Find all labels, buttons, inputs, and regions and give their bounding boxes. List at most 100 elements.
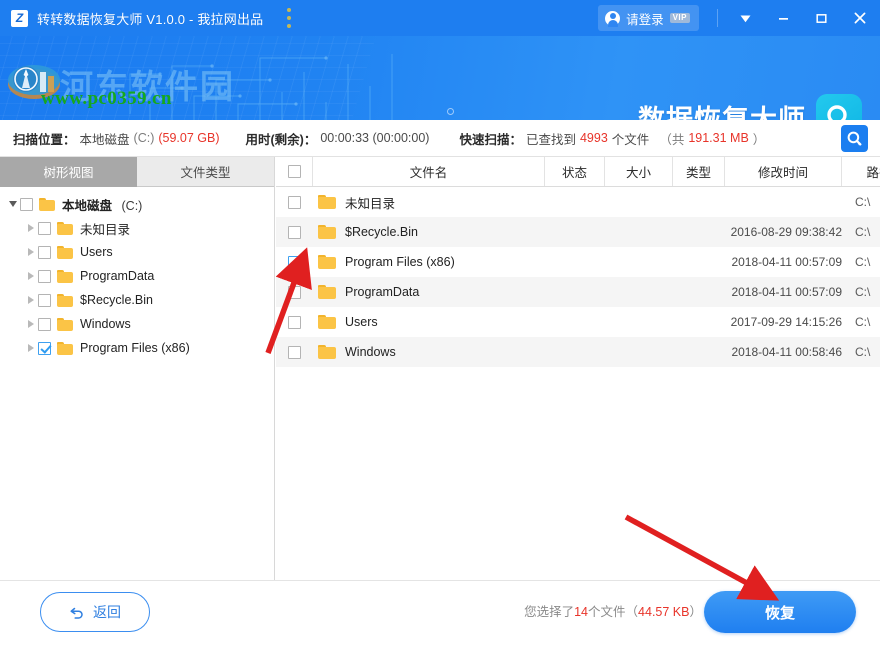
table-row[interactable]: ProgramData 2018-04-11 00:57:09 C:\ <box>276 277 880 307</box>
folder-icon <box>57 222 73 235</box>
undo-arrow-icon <box>69 605 86 620</box>
row-path-cell: C:\ <box>842 307 880 337</box>
column-header-type[interactable]: 类型 <box>673 157 725 186</box>
table-row[interactable]: $Recycle.Bin 2016-08-29 09:38:42 C:\ <box>276 217 880 247</box>
tree-checkbox[interactable] <box>38 342 51 355</box>
row-type-cell <box>673 277 725 307</box>
scan-info-bar: 扫描位置： 本地磁盘 (C:) (59.07 GB) 用时(剩余)： 00:00… <box>0 120 880 157</box>
tree-checkbox[interactable] <box>38 222 51 235</box>
row-size-cell <box>605 217 673 247</box>
row-checkbox[interactable] <box>288 256 301 269</box>
row-checkbox-programdata[interactable] <box>276 277 313 307</box>
row-state-cell <box>545 217 605 247</box>
scan-location: 扫描位置： 本地磁盘 (C:) (59.07 GB) <box>13 129 220 148</box>
scan-location-size: (59.07 GB) <box>158 131 219 145</box>
row-mtime-cell: 2016-08-29 09:38:42 <box>725 217 842 247</box>
row-path-cell: C:\ <box>842 277 880 307</box>
window-title: 转转数据恢复大师 V1.0.0 - 我拉网出品 <box>37 9 263 28</box>
row-checkbox[interactable] <box>288 286 301 299</box>
tree-item-unknown-dir[interactable]: 未知目录 <box>0 216 274 240</box>
tree-checkbox[interactable] <box>38 270 51 283</box>
selection-size-open: （ <box>626 605 639 619</box>
tree-item-program-files-x86[interactable]: Program Files (x86) <box>0 336 274 360</box>
column-header-name[interactable]: 文件名 <box>313 157 545 186</box>
tree-item-label: 本地磁盘 (C:) <box>62 195 142 214</box>
tree-checkbox[interactable] <box>20 198 33 211</box>
row-checkbox[interactable] <box>288 226 301 239</box>
row-checkbox-users[interactable] <box>276 307 313 337</box>
row-checkbox-program-files[interactable] <box>276 247 313 277</box>
select-all-header[interactable] <box>276 157 313 186</box>
close-icon[interactable] <box>840 0 880 36</box>
column-header-size[interactable]: 大小 <box>605 157 673 186</box>
select-all-checkbox[interactable] <box>288 165 301 178</box>
expand-arrow-icon[interactable] <box>5 201 20 207</box>
folder-icon <box>57 270 73 283</box>
scan-time-label: 用时(剩余)： <box>246 129 317 148</box>
left-panel: 树形视图 文件类型 本地磁盘 (C:) <box>0 157 275 580</box>
selection-count: 14 <box>574 605 588 619</box>
login-button[interactable]: 请登录 VIP <box>598 5 699 31</box>
folder-icon <box>57 342 73 355</box>
tree-item-windows[interactable]: Windows <box>0 312 274 336</box>
menu-chevron-down-icon[interactable] <box>726 0 764 36</box>
expand-arrow-icon[interactable] <box>23 344 38 352</box>
tree-item-recycle-bin[interactable]: $Recycle.Bin <box>0 288 274 312</box>
row-type-cell <box>673 337 725 367</box>
tree-checkbox[interactable] <box>38 318 51 331</box>
tree-checkbox[interactable] <box>38 294 51 307</box>
row-state-cell <box>545 307 605 337</box>
recover-button[interactable]: 恢复 <box>704 591 856 633</box>
maximize-icon[interactable] <box>802 0 840 36</box>
tab-tree-view[interactable]: 树形视图 <box>0 157 137 187</box>
expand-arrow-icon[interactable] <box>23 296 38 304</box>
search-icon[interactable] <box>841 125 868 152</box>
row-path-cell: C:\ <box>842 187 880 217</box>
scan-location-value: 本地磁盘 <box>80 129 130 148</box>
tree-item-label: Windows <box>80 317 131 331</box>
tree-item-local-disk[interactable]: 本地磁盘 (C:) <box>0 192 274 216</box>
row-path-cell: C:\ <box>842 247 880 277</box>
row-checkbox-recycle-bin[interactable] <box>276 217 313 247</box>
scan-found-count: 4993 <box>580 131 608 145</box>
expand-arrow-icon[interactable] <box>23 248 38 256</box>
scan-total-suffix: ） <box>753 129 766 148</box>
table-row[interactable]: Windows 2018-04-11 00:58:46 C:\ <box>276 337 880 367</box>
row-checkbox[interactable] <box>288 196 301 209</box>
row-size-cell <box>605 307 673 337</box>
scan-progress: 快速扫描： 已查找到 4993 个文件 （共 191.31 MB ） <box>459 129 765 148</box>
expand-arrow-icon[interactable] <box>23 320 38 328</box>
file-table-header: 文件名 状态 大小 类型 修改时间 路径 <box>276 157 880 187</box>
row-state-cell <box>545 187 605 217</box>
row-checkbox-unknown-dir[interactable] <box>276 187 313 217</box>
selection-size: 44.57 KB <box>638 605 689 619</box>
tree-item-label: Program Files (x86) <box>80 341 190 355</box>
row-file-name: $Recycle.Bin <box>345 225 418 239</box>
folder-icon <box>318 315 336 330</box>
row-mtime-cell: 2018-04-11 00:57:09 <box>725 247 842 277</box>
row-checkbox-windows[interactable] <box>276 337 313 367</box>
tree-item-users[interactable]: Users <box>0 240 274 264</box>
table-row[interactable]: Program Files (x86) 2018-04-11 00:57:09 … <box>276 247 880 277</box>
row-checkbox[interactable] <box>288 316 301 329</box>
tree-checkbox[interactable] <box>38 246 51 259</box>
expand-arrow-icon[interactable] <box>23 272 38 280</box>
main-content: 树形视图 文件类型 本地磁盘 (C:) <box>0 157 880 580</box>
folder-icon <box>39 198 55 211</box>
row-checkbox[interactable] <box>288 346 301 359</box>
tab-file-type[interactable]: 文件类型 <box>137 157 274 187</box>
tree-item-programdata[interactable]: ProgramData <box>0 264 274 288</box>
column-label: 大小 <box>626 162 651 181</box>
table-row[interactable]: 未知目录 C:\ <box>276 187 880 217</box>
back-button[interactable]: 返回 <box>40 592 150 632</box>
column-header-mtime[interactable]: 修改时间 <box>725 157 842 186</box>
column-header-state[interactable]: 状态 <box>545 157 605 186</box>
minimize-icon[interactable] <box>764 0 802 36</box>
table-row[interactable]: Users 2017-09-29 14:15:26 C:\ <box>276 307 880 337</box>
expand-arrow-icon[interactable] <box>23 224 38 232</box>
column-header-path[interactable]: 路径 <box>842 157 880 186</box>
row-file-name: Users <box>345 315 378 329</box>
row-size-cell <box>605 247 673 277</box>
scan-found-prefix: 已查找到 <box>526 129 576 148</box>
app-window: Z 转转数据恢复大师 V1.0.0 - 我拉网出品 请登录 VIP <box>0 0 880 650</box>
